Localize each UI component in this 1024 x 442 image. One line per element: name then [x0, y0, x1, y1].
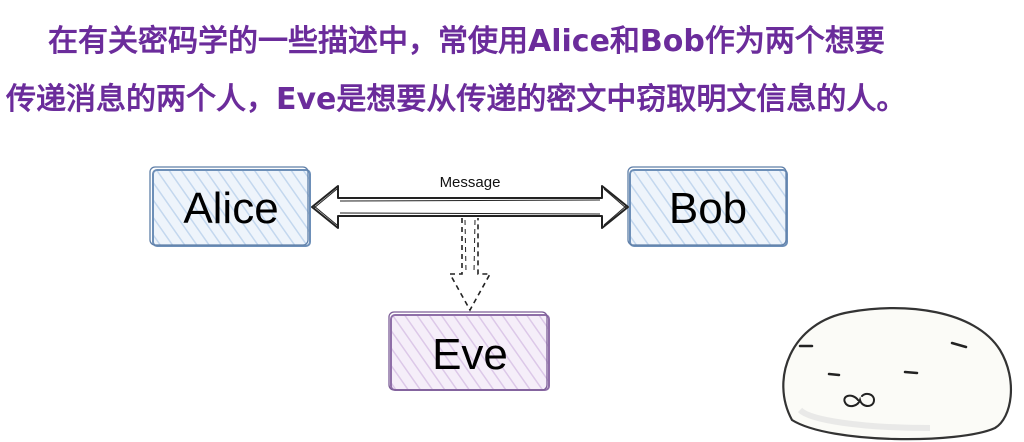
message-label: Message	[440, 174, 501, 191]
round-bun-face-icon	[782, 307, 1013, 441]
bob-node: Bob	[627, 166, 788, 247]
alice-node: Alice	[149, 166, 311, 247]
intercept-arrow	[448, 218, 492, 312]
alice-label: Alice	[183, 184, 278, 233]
message-arrow	[311, 185, 629, 229]
alice-bob-eve-diagram: Alice Bob Eve Message	[149, 166, 1013, 441]
bob-label: Bob	[669, 184, 747, 233]
eve-label: Eve	[432, 330, 508, 379]
eve-node: Eve	[388, 311, 550, 391]
